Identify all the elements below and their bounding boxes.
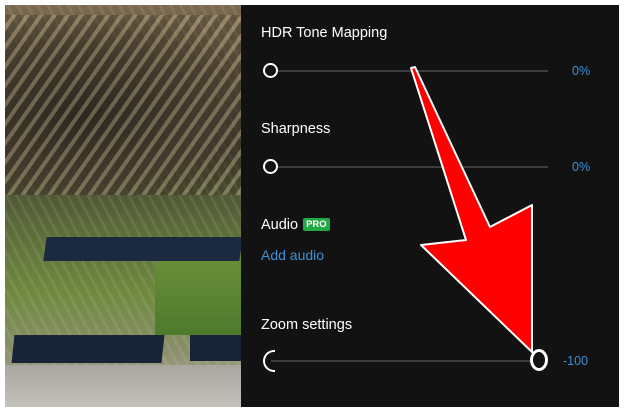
preview-path xyxy=(5,365,241,407)
add-audio-link[interactable]: Add audio xyxy=(261,247,324,263)
zoom-slider-track[interactable] xyxy=(271,360,533,362)
preview-water-2 xyxy=(11,335,165,363)
preview-tree-area xyxy=(5,15,241,195)
hdr-label: HDR Tone Mapping xyxy=(261,25,388,41)
hdr-slider-track[interactable] xyxy=(270,70,548,72)
sharpness-slider-track[interactable] xyxy=(270,166,548,168)
zoom-label: Zoom settings xyxy=(261,317,353,333)
zoom-value: -100 xyxy=(563,354,589,368)
video-preview xyxy=(5,5,241,407)
sharpness-slider-knob[interactable] xyxy=(263,159,278,174)
preview-water-3 xyxy=(190,335,241,361)
sharpness-value: 0% xyxy=(572,160,591,174)
hdr-value: 0% xyxy=(572,64,591,78)
audio-section: Audio PRO xyxy=(261,217,330,233)
zoom-slider-knob[interactable] xyxy=(530,349,548,371)
settings-panel: HDR Tone Mapping 0% Sharpness 0% Audio PR… xyxy=(241,5,619,407)
sharpness-label: Sharpness xyxy=(261,121,331,137)
preview-water-1 xyxy=(43,237,241,261)
editor-frame: HDR Tone Mapping 0% Sharpness 0% Audio PR… xyxy=(5,5,619,407)
preview-grass xyxy=(155,255,241,335)
pro-badge: PRO xyxy=(303,218,330,231)
audio-label: Audio xyxy=(261,217,299,233)
hdr-slider-knob[interactable] xyxy=(263,63,278,78)
